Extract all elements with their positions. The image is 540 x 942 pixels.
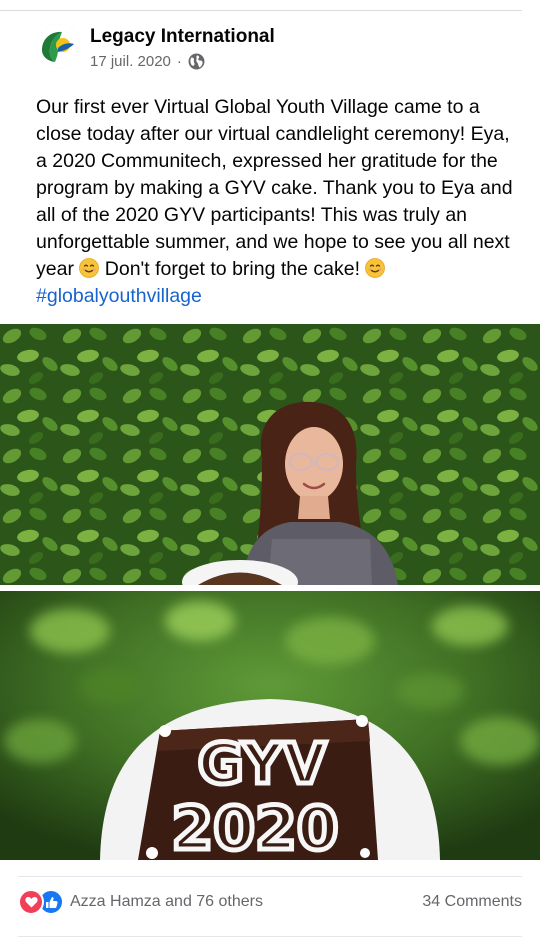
love-icon bbox=[18, 889, 44, 915]
footer-divider bbox=[18, 936, 522, 937]
meta-separator: · bbox=[176, 53, 182, 70]
reactions-text[interactable]: Azza Hamza and 76 others bbox=[70, 893, 263, 911]
globe-icon bbox=[188, 53, 205, 70]
post-meta: 17 juil. 2020 · bbox=[90, 53, 205, 70]
cake-text-2020: 2020 bbox=[172, 794, 339, 860]
comments-count[interactable]: 34 Comments bbox=[422, 893, 522, 911]
post-message: Our first ever Virtual Global Youth Vill… bbox=[36, 94, 516, 310]
top-divider bbox=[0, 10, 522, 11]
cake-text-gyv: GYV bbox=[198, 732, 327, 797]
post-text-ending: Don't forget to bring the cake! bbox=[104, 258, 360, 280]
smiling-face-emoji-icon bbox=[79, 258, 100, 278]
post-photo-portrait[interactable] bbox=[0, 324, 540, 585]
photos-divider bbox=[18, 876, 522, 877]
post-photo-cake[interactable]: GYV 2020 bbox=[0, 591, 540, 860]
post-text-body: Our first ever Virtual Global Youth Vill… bbox=[36, 96, 513, 280]
hashtag-link[interactable]: #globalyouthvillage bbox=[36, 285, 202, 307]
page-avatar[interactable] bbox=[36, 24, 80, 68]
legacy-logo-icon bbox=[36, 24, 80, 68]
smiling-face-emoji-icon bbox=[365, 258, 386, 278]
post-author[interactable]: Legacy International bbox=[90, 26, 275, 48]
reactions-summary[interactable]: Azza Hamza and 76 others bbox=[18, 889, 263, 915]
post-date[interactable]: 17 juil. 2020 bbox=[90, 53, 171, 70]
